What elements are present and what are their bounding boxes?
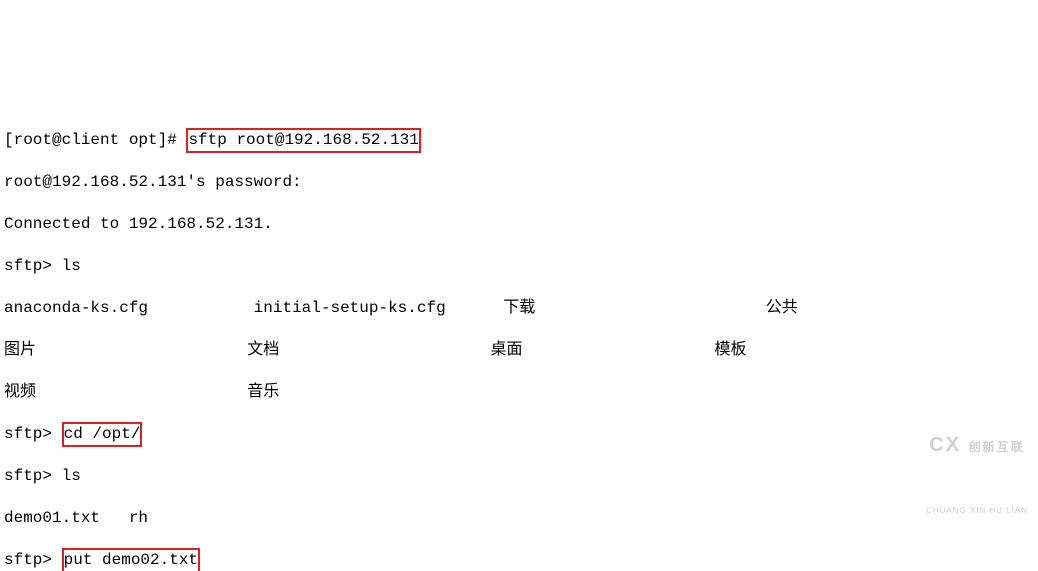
sftp-prompt: sftp> xyxy=(4,425,62,443)
line-ls1-out-c: 视频 音乐 xyxy=(4,382,1034,403)
line-ls2-out: demo01.txt rh xyxy=(4,508,1034,529)
line-ls1-out-a: anaconda-ks.cfg initial-setup-ks.cfg 下载 … xyxy=(4,298,1034,319)
line-sftp-connect: [root@client opt]# sftp root@192.168.52.… xyxy=(4,130,1034,151)
highlight-cd-cmd: cd /opt/ xyxy=(62,422,143,447)
line-cd-opt: sftp> cd /opt/ xyxy=(4,424,1034,445)
line-password: root@192.168.52.131's password: xyxy=(4,172,1034,193)
sftp-prompt: sftp> xyxy=(4,551,62,569)
line-connected: Connected to 192.168.52.131. xyxy=(4,214,1034,235)
watermark-logo: CX 创新互联 CHUANG XIN HU LIAN xyxy=(926,393,1028,542)
line-put: sftp> put demo02.txt xyxy=(4,550,1034,571)
shell-prompt: [root@client opt]# xyxy=(4,131,186,149)
line-ls1: sftp> ls xyxy=(4,256,1034,277)
line-ls2: sftp> ls xyxy=(4,466,1034,487)
terminal-output: [root@client opt]# sftp root@192.168.52.… xyxy=(0,105,1038,571)
line-ls1-out-b: 图片 文档 桌面 模板 xyxy=(4,340,1034,361)
highlight-sftp-cmd: sftp root@192.168.52.131 xyxy=(186,128,420,153)
highlight-put-cmd: put demo02.txt xyxy=(62,548,200,571)
